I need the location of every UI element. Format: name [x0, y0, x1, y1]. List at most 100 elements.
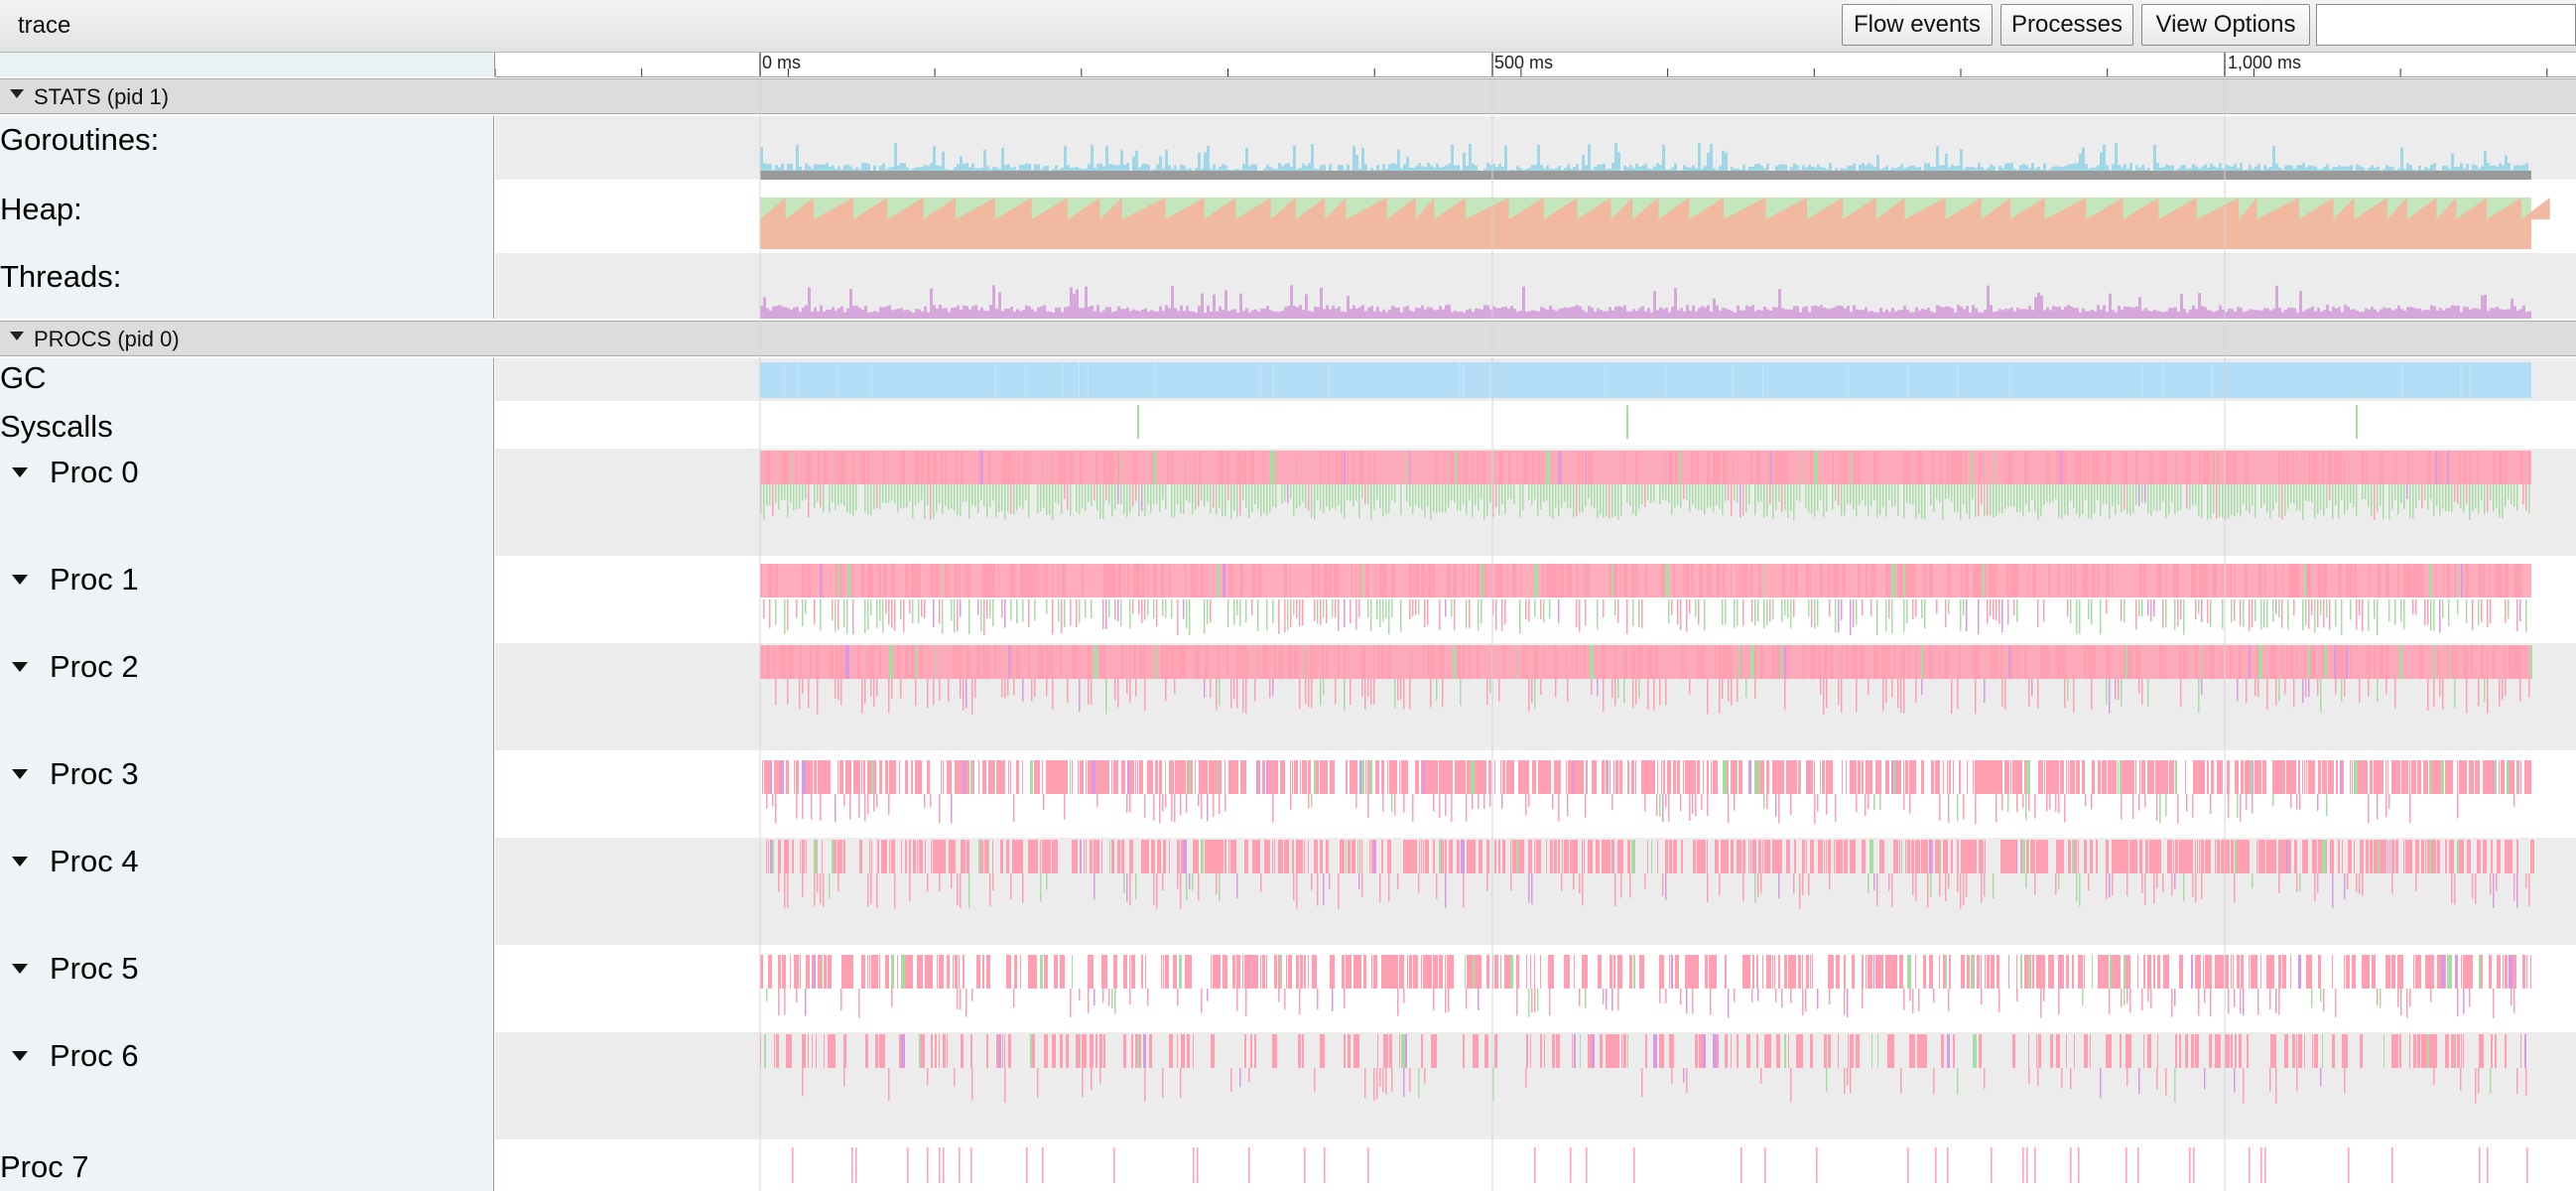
sub-slice — [1412, 794, 1414, 822]
sub-slice — [2415, 484, 2417, 508]
gc-track-plot[interactable] — [495, 358, 2576, 401]
expand-arrow-icon[interactable] — [12, 964, 28, 974]
sub-slice — [2406, 484, 2408, 499]
expand-arrow-icon[interactable] — [12, 662, 28, 672]
proc4-track-plot[interactable] — [495, 838, 2576, 945]
time-ruler[interactable]: 0 ms 500 ms 1,000 ms — [494, 53, 2576, 77]
procs-group-header[interactable]: PROCS (pid 0) — [0, 321, 2576, 356]
sub-slice — [2484, 679, 2486, 703]
sub-slice — [2073, 484, 2075, 508]
stats-group-header[interactable]: STATS (pid 1) — [0, 78, 2576, 114]
search-input[interactable] — [2316, 4, 2576, 46]
goroutine-slice — [1481, 760, 1482, 794]
goroutine-slice — [2106, 760, 2107, 794]
goroutine-slice — [816, 645, 820, 679]
goroutine-slice — [2362, 451, 2365, 484]
sub-slice — [888, 1068, 890, 1102]
goroutine-slice — [1784, 645, 1786, 679]
sub-slice — [1713, 484, 1715, 512]
goroutine-slice — [1810, 955, 1811, 989]
goroutine-slice — [875, 1034, 878, 1068]
sub-slice — [1272, 484, 1274, 507]
sub-slice — [1037, 1068, 1039, 1098]
goroutine-slice — [949, 955, 950, 989]
collapse-arrow-icon[interactable] — [10, 89, 24, 98]
sub-slice — [1611, 679, 1613, 699]
goroutine-slice — [2435, 760, 2437, 794]
processes-button[interactable]: Processes — [2000, 4, 2133, 46]
goroutine-slice — [2483, 564, 2485, 598]
sub-slice — [1760, 873, 1762, 893]
goroutine-slice — [1627, 1034, 1628, 1068]
goroutine-slice — [961, 451, 964, 484]
flow-events-button[interactable]: Flow events — [1842, 4, 1993, 46]
heap-counter-plot[interactable] — [495, 180, 2576, 253]
goroutine-slice — [2066, 1034, 2067, 1068]
sub-slice — [1114, 599, 1116, 620]
goroutine-slice — [1280, 955, 1282, 989]
sub-slice — [2305, 679, 2307, 698]
goroutine-slice — [839, 840, 841, 873]
sub-slice — [1486, 484, 1488, 516]
goroutine-slice — [1584, 645, 1586, 679]
track-name: Proc 6 — [50, 1038, 139, 1073]
goroutine-slice — [2528, 451, 2529, 484]
goroutine-slice — [1473, 564, 1474, 598]
expand-arrow-icon[interactable] — [12, 575, 28, 585]
goroutine-slice — [808, 451, 812, 484]
sub-slice — [933, 679, 935, 706]
sub-slice — [2499, 679, 2501, 707]
sub-slice — [846, 484, 848, 512]
goroutine-slice — [2203, 451, 2207, 484]
sub-slice — [2341, 679, 2343, 702]
goroutine-slice — [1584, 564, 1585, 598]
sub-slice — [1314, 599, 1316, 622]
view-options-button[interactable]: View Options — [2141, 4, 2310, 46]
goroutine-slice — [1094, 645, 1097, 679]
goroutine-slice — [1500, 955, 1501, 989]
sub-slice — [1981, 484, 1983, 505]
proc2-track-plot[interactable] — [495, 643, 2576, 750]
goroutine-slice — [913, 564, 915, 598]
track-name: Proc 1 — [50, 562, 139, 597]
goroutine-slice — [1040, 645, 1044, 679]
sub-slice — [1662, 484, 1664, 500]
sub-slice — [1198, 873, 1200, 901]
proc3-track-plot[interactable] — [495, 750, 2576, 838]
goroutine-slice — [2024, 955, 2028, 989]
expand-arrow-icon[interactable] — [12, 1051, 28, 1061]
goroutine-slice — [2395, 451, 2396, 484]
goroutines-counter-plot[interactable] — [495, 116, 2576, 180]
goroutine-slice — [1280, 645, 1283, 679]
collapse-arrow-icon[interactable] — [10, 332, 24, 340]
proc6-track-plot[interactable] — [495, 1032, 2576, 1139]
goroutine-slice — [1613, 1034, 1615, 1068]
goroutine-slice — [1520, 564, 1521, 598]
goroutine-slice — [1141, 564, 1143, 598]
sub-slice — [1668, 599, 1670, 624]
expand-arrow-icon[interactable] — [12, 857, 28, 866]
goroutine-slice — [1226, 955, 1227, 989]
sub-slice — [1430, 484, 1432, 520]
expand-arrow-icon[interactable] — [12, 467, 28, 477]
goroutine-slice — [1381, 564, 1385, 598]
goroutine-slice — [2264, 1147, 2266, 1183]
track-goroutines: Goroutines: — [0, 116, 2576, 180]
sub-slice — [1975, 484, 1977, 517]
goroutine-slice — [1681, 451, 1682, 484]
sub-slice — [1534, 679, 1536, 709]
sub-slice — [936, 484, 938, 512]
goroutine-slice — [1617, 840, 1619, 873]
proc1-track-plot[interactable] — [495, 556, 2576, 643]
syscalls-track-plot[interactable] — [495, 401, 2576, 449]
goroutine-slice — [1844, 955, 1846, 989]
proc5-track-plot[interactable] — [495, 945, 2576, 1032]
proc7-track-plot[interactable] — [495, 1139, 2576, 1191]
expand-arrow-icon[interactable] — [12, 769, 28, 779]
threads-counter-plot[interactable] — [495, 253, 2576, 319]
goroutine-slice — [1947, 451, 1949, 484]
goroutine-slice — [1272, 451, 1275, 484]
proc0-track-plot[interactable] — [495, 449, 2576, 556]
sub-slice — [1868, 873, 1869, 893]
goroutine-slice — [1804, 645, 1805, 679]
